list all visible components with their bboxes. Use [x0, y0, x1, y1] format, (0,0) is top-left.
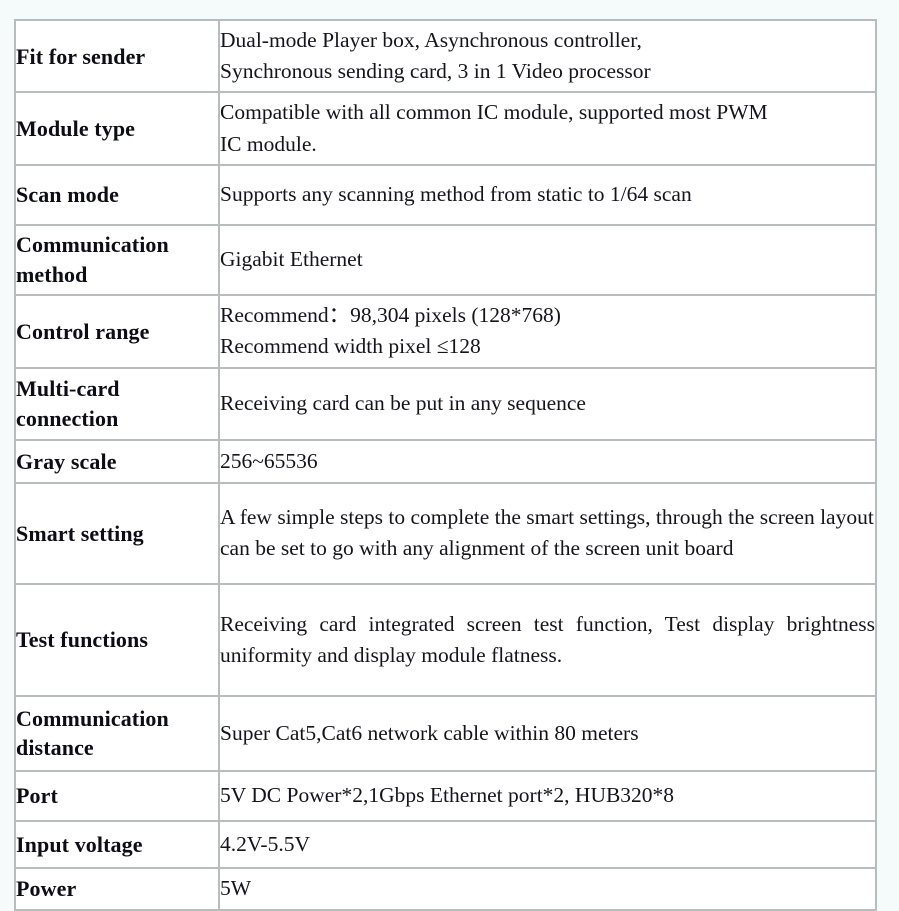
- spec-row: Communication method Gigabit Ethernet: [14, 223, 877, 296]
- spec-label-cell: Input voltage: [14, 819, 220, 869]
- spec-value-cell: 5V DC Power*2,1Gbps Ethernet port*2, HUB…: [218, 769, 877, 822]
- spec-value-cell: Supports any scanning method from static…: [218, 163, 877, 226]
- specification-sheet: Fit for sender Dual-mode Player box, Asyn…: [0, 0, 899, 911]
- spec-value-cell: 4.2V-5.5V: [218, 819, 877, 869]
- spec-row: Scan mode Supports any scanning method fr…: [14, 163, 877, 226]
- spec-value-cell: Receiving card can be put in any sequenc…: [218, 366, 877, 441]
- spec-row: Port 5V DC Power*2,1Gbps Ethernet port*2,…: [14, 769, 877, 822]
- spec-row: Gray scale 256~65536: [14, 438, 877, 484]
- spec-label-cell: Communication method: [14, 223, 220, 296]
- spec-value-cell: Receiving card integrated screen test fu…: [218, 582, 877, 697]
- spec-value-line: 256~65536: [220, 448, 318, 473]
- spec-value-line: 5V DC Power*2,1Gbps Ethernet port*2, HUB…: [220, 783, 675, 808]
- spec-value-cell: Recommend：98,304 pixels (128*768) Recomme…: [218, 293, 877, 369]
- spec-row: Smart setting A few simple steps to compl…: [14, 481, 877, 585]
- spec-row: Test functions Receiving card integrated …: [14, 582, 877, 697]
- spec-value-cell: 256~65536: [218, 438, 877, 484]
- spec-label-cell: Port: [14, 769, 220, 822]
- spec-value-cell: Super Cat5,Cat6 network cable within 80 …: [218, 694, 877, 772]
- spec-value-line: Dual-mode Player box, Asynchronous contr…: [220, 28, 642, 52]
- spec-value-line: Synchronous sending card, 3 in 1 Video p…: [220, 59, 651, 84]
- spec-value-line: Gigabit Ethernet: [220, 247, 363, 272]
- spec-value-line: Recommend：98,304 pixels (128*768): [220, 303, 561, 328]
- spec-row: Communication distance Super Cat5,Cat6 ne…: [14, 694, 877, 772]
- spec-label-cell: Scan mode: [14, 163, 220, 226]
- spec-label-cell: Test functions: [14, 582, 220, 697]
- spec-value-cell: A few simple steps to complete the smart…: [218, 481, 877, 585]
- spec-value-line: Super Cat5,Cat6 network cable within 80 …: [220, 720, 639, 745]
- specification-table-body: Fit for sender Dual-mode Player box, Asyn…: [14, 18, 877, 911]
- specification-table: Fit for sender Dual-mode Player box, Asyn…: [14, 18, 877, 911]
- spec-label-cell: Control range: [14, 293, 220, 369]
- spec-value-cell: Gigabit Ethernet: [218, 223, 877, 296]
- spec-value-cell: Dual-mode Player box, Asynchronous contr…: [218, 18, 877, 94]
- spec-value-line: A few simple steps to complete the smart…: [220, 505, 874, 561]
- spec-value-cell: 5W: [218, 866, 877, 911]
- spec-value-line: 5W: [220, 876, 252, 901]
- spec-value-line: Recommend width pixel ≤128: [220, 334, 481, 359]
- spec-value-line: IC module.: [220, 131, 317, 156]
- spec-label-cell: Communication distance: [14, 694, 220, 772]
- spec-label-cell: Gray scale: [14, 438, 220, 484]
- spec-value-cell: Compatible with all common IC module, su…: [218, 91, 877, 166]
- spec-row: Module type Compatible with all common IC…: [14, 91, 877, 166]
- spec-label-cell: Smart setting: [14, 481, 220, 585]
- spec-value-line: Supports any scanning method from static…: [220, 182, 692, 207]
- spec-row: Input voltage 4.2V-5.5V: [14, 819, 877, 869]
- spec-label-cell: Power: [14, 866, 220, 911]
- spec-row: Control range Recommend：98,304 pixels (12…: [14, 293, 877, 369]
- spec-label-cell: Multi-card connection: [14, 366, 220, 441]
- spec-label-cell: Fit for sender: [14, 18, 220, 94]
- spec-value-line: Receiving card can be put in any sequenc…: [220, 391, 586, 416]
- spec-row: Fit for sender Dual-mode Player box, Asyn…: [14, 18, 877, 94]
- spec-value-line: Receiving card integrated screen test fu…: [220, 611, 875, 667]
- spec-label-cell: Module type: [14, 91, 220, 166]
- spec-value-line: 4.2V-5.5V: [220, 831, 310, 856]
- spec-value-line: Compatible with all common IC module, su…: [220, 100, 768, 125]
- spec-row: Power 5W: [14, 866, 877, 911]
- spec-row: Multi-card connection Receiving card can …: [14, 366, 877, 441]
